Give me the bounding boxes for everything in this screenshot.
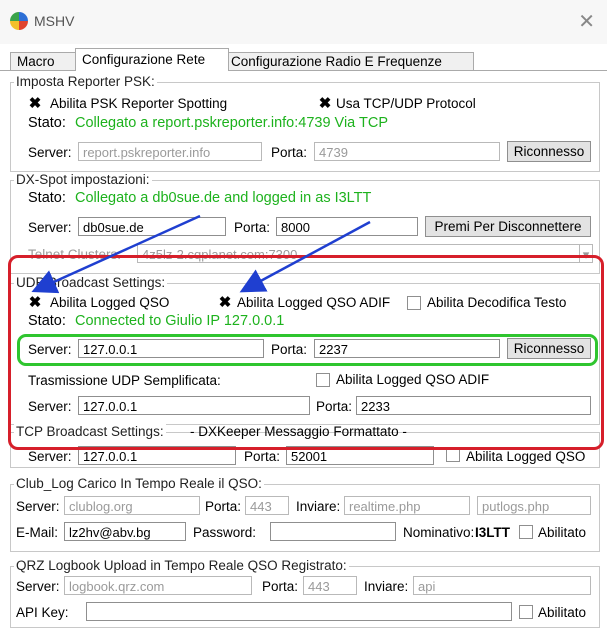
arrow-to-logged-adif (239, 220, 371, 293)
arrow-to-logged-qso (31, 214, 201, 294)
annotation-arrows (31, 214, 371, 294)
tab-configurazione-rete[interactable]: Configurazione Rete (75, 48, 229, 71)
